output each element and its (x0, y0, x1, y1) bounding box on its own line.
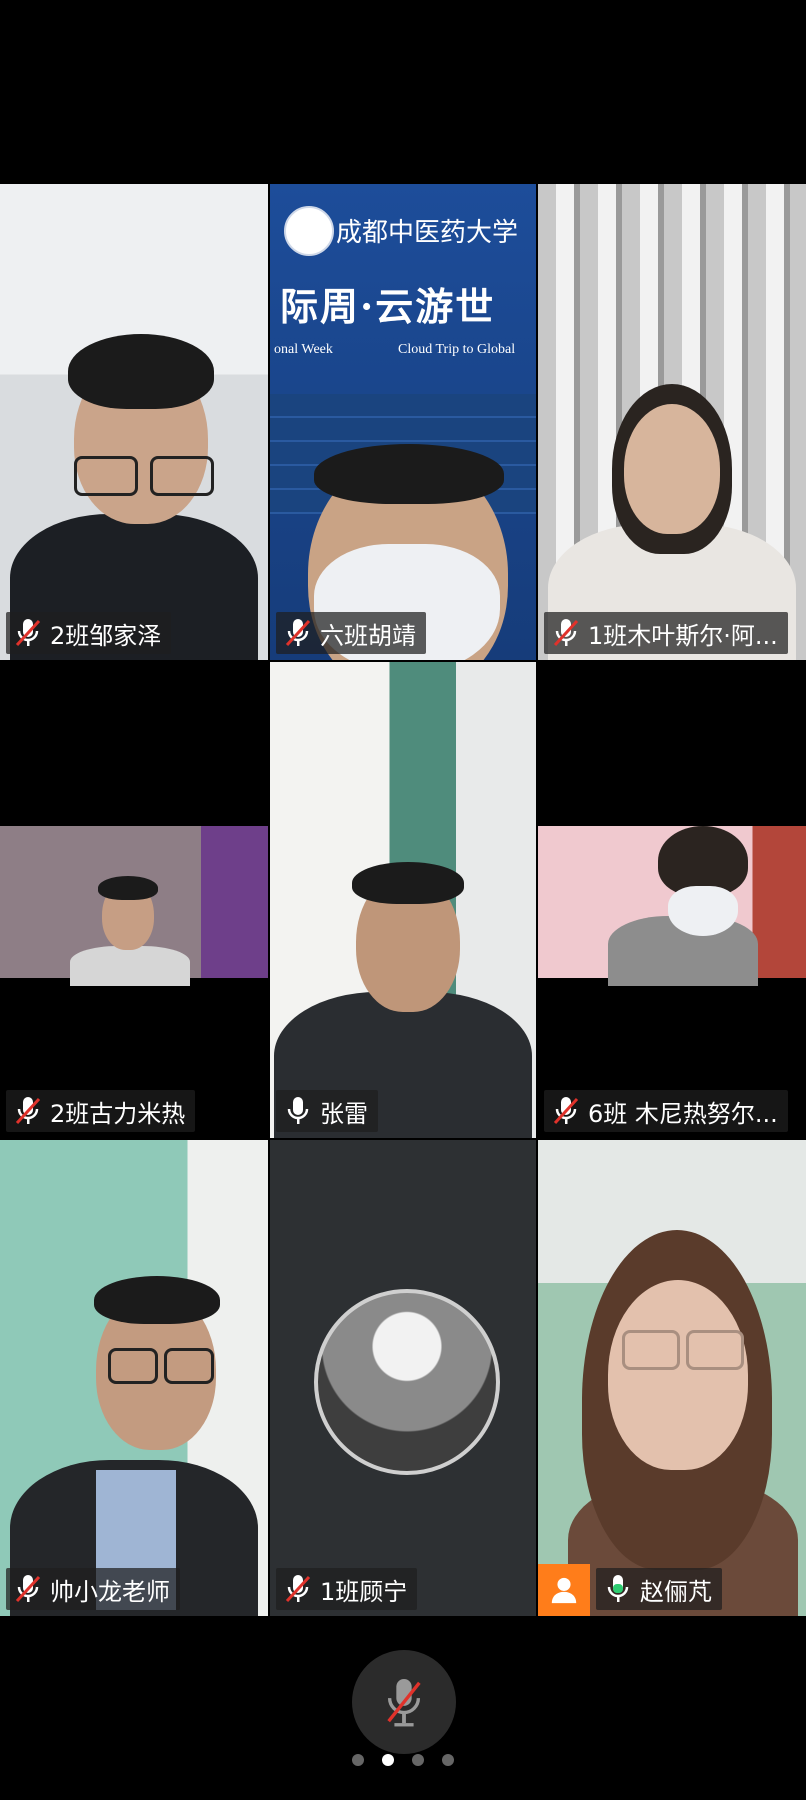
participant-name: 张雷 (320, 1099, 368, 1128)
mic-muted-icon (552, 1095, 580, 1127)
video-tile-1[interactable]: 2班邹家泽 (0, 184, 268, 660)
page-dot-1[interactable] (352, 1754, 364, 1766)
person-icon (551, 1577, 577, 1604)
participant-name-pill: 帅小龙老师 (6, 1568, 180, 1610)
participant-name-pill: 6班 木尼热努尔... (544, 1090, 788, 1132)
video-tile-7[interactable]: 帅小龙老师 (0, 1140, 268, 1616)
poster-subtitle-right: Cloud Trip to Global (398, 342, 516, 357)
mute-toggle-button[interactable] (352, 1650, 456, 1754)
video-tile-6[interactable]: 6班 木尼热努尔... (538, 662, 806, 1138)
video-tile-8[interactable]: 1班顾宁 (270, 1140, 536, 1616)
participant-name-pill: 1班木叶斯尔·阿... (544, 612, 788, 654)
host-badge (538, 1564, 590, 1616)
page-dot-3[interactable] (412, 1754, 424, 1766)
university-name: 成都中医药大学 (336, 218, 519, 248)
participant-name-pill: 2班邹家泽 (6, 612, 172, 654)
participant-name-pill: 1班顾宁 (276, 1568, 418, 1610)
participant-name: 1班木叶斯尔·阿... (588, 621, 778, 650)
bottom-control-bar (0, 1616, 806, 1800)
mic-muted-icon (14, 1095, 42, 1127)
mic-muted-icon (14, 1573, 42, 1605)
video-tile-3[interactable]: 1班木叶斯尔·阿... (538, 184, 806, 660)
video-tile-9-active-speaker[interactable]: 赵俪芃 (538, 1140, 806, 1616)
participant-name-pill: 2班古力米热 (6, 1090, 196, 1132)
poster-title: 际周·云游世 (280, 284, 496, 329)
participant-name-pill: 六班胡靖 (276, 612, 426, 654)
mic-speaking-icon (604, 1573, 632, 1605)
participant-name: 6班 木尼热努尔... (588, 1099, 778, 1128)
participant-name-pill: 赵俪芃 (596, 1568, 722, 1610)
participant-name: 1班顾宁 (320, 1577, 408, 1606)
page-indicator (0, 1754, 806, 1766)
poster-subtitle-left: onal Week (274, 342, 333, 357)
mic-muted-icon (284, 1573, 312, 1605)
university-logo-icon (284, 206, 334, 256)
participant-name: 帅小龙老师 (50, 1577, 170, 1606)
participant-name: 六班胡靖 (320, 621, 416, 650)
page-dot-4[interactable] (442, 1754, 454, 1766)
participant-avatar (314, 1289, 500, 1475)
video-tile-5[interactable]: 张雷 (270, 662, 536, 1138)
video-grid: 2班邹家泽 成都中医药大学 际周·云游世 onal Week Cloud Tri… (0, 184, 806, 1616)
mic-muted-icon (387, 1679, 421, 1727)
mic-on-icon (284, 1095, 312, 1127)
mic-muted-icon (14, 617, 42, 649)
video-tile-2[interactable]: 成都中医药大学 际周·云游世 onal Week Cloud Trip to G… (270, 184, 536, 660)
page-dot-2-active[interactable] (382, 1754, 394, 1766)
participant-name-pill: 张雷 (276, 1090, 378, 1132)
participant-name: 2班古力米热 (50, 1099, 186, 1128)
participant-name: 2班邹家泽 (50, 621, 162, 650)
mic-muted-icon (284, 617, 312, 649)
mic-muted-icon (552, 617, 580, 649)
video-tile-4[interactable]: 2班古力米热 (0, 662, 268, 1138)
participant-name: 赵俪芃 (640, 1577, 712, 1606)
